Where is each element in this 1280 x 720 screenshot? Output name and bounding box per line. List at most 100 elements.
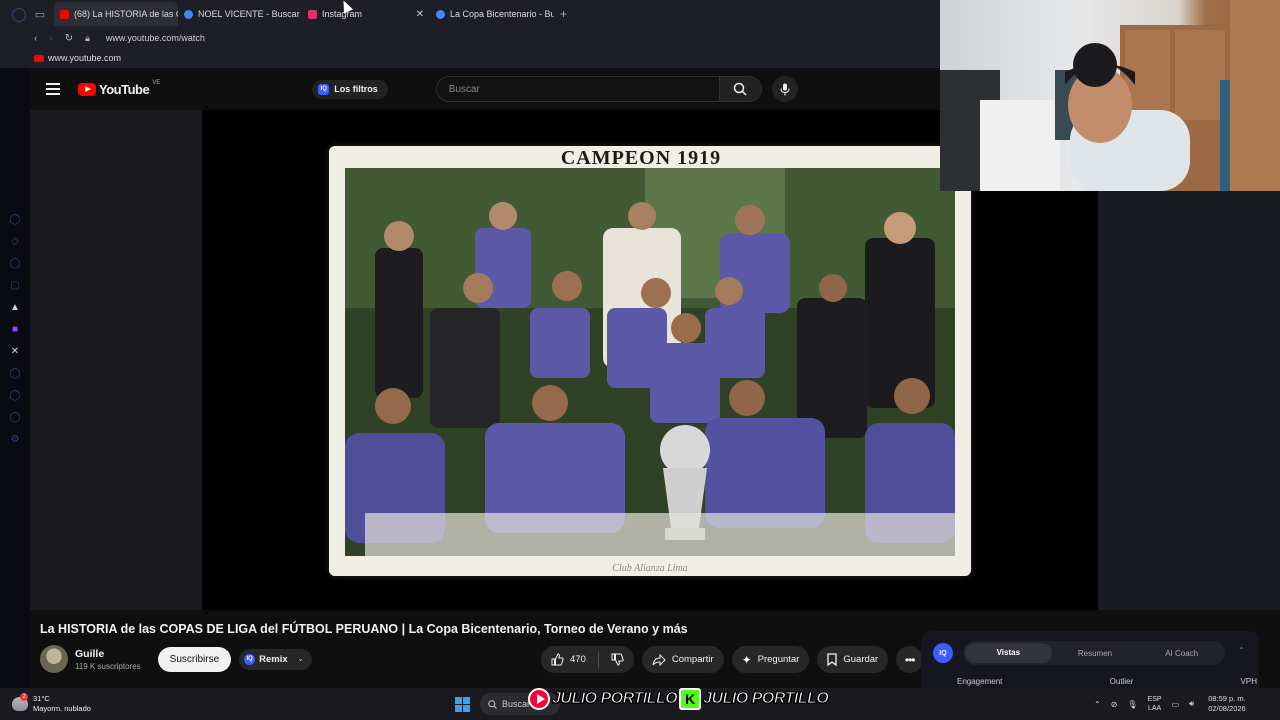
youtube-logo[interactable]: YouTube VE bbox=[78, 79, 161, 97]
save-button[interactable]: Guardar bbox=[817, 646, 889, 673]
tab-instagram[interactable]: Instagram ✕ bbox=[302, 2, 430, 26]
clock[interactable]: 08:59 p. m. 02/08/2026 bbox=[1208, 694, 1246, 714]
search-input[interactable]: Buscar bbox=[435, 76, 720, 102]
chevron-down-icon: ⌄ bbox=[297, 656, 304, 663]
share-button[interactable]: Compartir bbox=[641, 646, 724, 673]
thumbs-up-icon[interactable] bbox=[551, 653, 564, 666]
browser-menu-icon[interactable] bbox=[12, 8, 26, 22]
windows-start-icon[interactable] bbox=[455, 697, 470, 712]
weather-description: Mayorm. nublado bbox=[33, 704, 91, 713]
arc-icon[interactable]: ▲ bbox=[8, 300, 22, 314]
tab-actions-icon[interactable]: ▭ bbox=[26, 0, 54, 28]
reload-icon[interactable]: ↻ bbox=[65, 33, 73, 44]
ambient-panel-right bbox=[1098, 190, 1280, 610]
photo-signature: Club Alianza Lima bbox=[612, 563, 688, 574]
weather-text: 31°C Mayorm. nublado bbox=[33, 694, 91, 714]
screen: ▭ (68) La HISTORIA de las CO NOEL VICENT… bbox=[0, 0, 1280, 720]
youtube-favicon-icon bbox=[34, 54, 44, 62]
back-icon[interactable]: ‹ bbox=[34, 33, 37, 44]
tab-youtube[interactable]: (68) La HISTORIA de las CO bbox=[54, 2, 178, 26]
more-horizontal-icon: ••• bbox=[904, 652, 916, 667]
team-photo-image bbox=[345, 168, 955, 556]
search-icon bbox=[733, 82, 747, 96]
sidebar-app-icon[interactable]: ◯ bbox=[8, 256, 22, 270]
search-icon bbox=[488, 699, 497, 709]
tab-resumen[interactable]: Resumen bbox=[1052, 649, 1139, 658]
twitch-icon[interactable]: ■ bbox=[8, 322, 22, 336]
subscribe-button[interactable]: Suscribirse bbox=[157, 646, 232, 672]
tab-google-copa[interactable]: La Copa Bicentenario - Bus bbox=[430, 2, 554, 26]
menu-icon[interactable] bbox=[46, 83, 60, 95]
tab-vistas[interactable]: Vistas bbox=[965, 643, 1052, 663]
microphone-icon[interactable]: 🎙︎ bbox=[1127, 700, 1137, 709]
sidebar-app-icon[interactable]: ◇ bbox=[8, 234, 22, 248]
webcam-overlay bbox=[940, 0, 1280, 191]
search-button[interactable] bbox=[719, 76, 762, 102]
sidebar-app-icon[interactable]: ◯ bbox=[8, 366, 22, 380]
thumbs-down-icon[interactable] bbox=[611, 653, 624, 666]
time: 08:59 p. m. bbox=[1208, 694, 1246, 703]
kick-name: JULIO PORTILLO bbox=[703, 690, 830, 708]
country-code: VE bbox=[152, 79, 161, 86]
network-off-icon[interactable]: ⊘ bbox=[1111, 700, 1118, 709]
new-tab-icon[interactable]: + bbox=[560, 7, 567, 21]
iq-icon: IQ bbox=[318, 83, 330, 95]
sidebar-app-icon[interactable]: ◯ bbox=[8, 212, 22, 226]
sidebar-app-icon[interactable]: ▢ bbox=[8, 278, 22, 292]
divider bbox=[597, 651, 599, 668]
chevron-up-icon[interactable]: ⌃ bbox=[1238, 646, 1245, 655]
filters-button[interactable]: IQ Los filtros bbox=[312, 79, 388, 99]
kick-handle: K JULIO PORTILLO bbox=[679, 688, 830, 710]
sparkle-icon: ✦ bbox=[741, 652, 752, 667]
webcam-feed-image bbox=[940, 0, 1280, 191]
metric-outlier: Outlier bbox=[1109, 677, 1134, 686]
iq-icon: IQ bbox=[244, 653, 256, 665]
tab-ai-coach[interactable]: AI Coach bbox=[1138, 649, 1225, 658]
sidebar-app-icon[interactable]: ◯ bbox=[8, 410, 22, 424]
lock-icon: 🔒︎ bbox=[85, 32, 90, 43]
x-icon[interactable]: ✕ bbox=[8, 344, 22, 358]
video-actions: 470 Compartir ✦ Preguntar Guardar ••• bbox=[541, 646, 924, 673]
google-favicon-icon bbox=[436, 9, 445, 19]
weather-widget[interactable]: 31°C Mayorm. nublado bbox=[12, 693, 91, 714]
metric-engagement: Engagement bbox=[957, 677, 1003, 686]
filters-label: Los filtros bbox=[334, 84, 378, 94]
channel-avatar[interactable] bbox=[40, 645, 68, 673]
iq-metric-columns: Engagement Outlier VPH bbox=[957, 677, 1257, 686]
tab-label: (68) La HISTORIA de las CO bbox=[74, 9, 178, 19]
sidebar-app-icon[interactable]: ◯ bbox=[8, 388, 22, 402]
lang-top: ESP bbox=[1147, 696, 1162, 703]
bookmark-youtube[interactable]: www.youtube.com bbox=[48, 53, 121, 63]
search-placeholder: Buscar bbox=[448, 83, 480, 95]
channel-name[interactable]: Guille bbox=[75, 648, 141, 660]
language-indicator[interactable]: ESP LAA bbox=[1148, 695, 1162, 713]
video-frame-photo: CAMPEON 1919 Club Alianza Lima bbox=[329, 146, 971, 576]
temperature: 31°C bbox=[33, 694, 50, 703]
like-count: 470 bbox=[570, 654, 586, 665]
forward-icon[interactable]: › bbox=[49, 33, 52, 44]
metric-vph: VPH bbox=[1240, 677, 1257, 686]
iq-tabs: Vistas Resumen AI Coach bbox=[963, 641, 1225, 665]
more-actions-button[interactable]: ••• bbox=[896, 646, 924, 673]
settings-icon[interactable]: ⚙ bbox=[8, 432, 22, 446]
bookmarks-bar: www.youtube.com bbox=[0, 48, 940, 68]
youtube-name: JULIO PORTILLO bbox=[551, 690, 678, 708]
tab-google-noel[interactable]: NOEL VICENTE - Buscar co bbox=[178, 2, 302, 26]
remix-button[interactable]: IQ Remix ⌄ bbox=[239, 648, 312, 670]
date: 02/08/2026 bbox=[1208, 704, 1246, 713]
volume-icon[interactable]: 🔊︎ bbox=[1189, 699, 1194, 709]
lang-bottom: LAA bbox=[1147, 705, 1162, 712]
voice-search-button[interactable] bbox=[771, 76, 798, 102]
channel-row: Guille 119 K suscriptores Suscribirse IQ… bbox=[40, 645, 312, 673]
youtube-favicon-icon bbox=[60, 9, 69, 19]
subscriber-count: 119 K suscriptores bbox=[75, 661, 141, 671]
close-tab-icon[interactable]: ✕ bbox=[416, 9, 424, 20]
save-label: Guardar bbox=[843, 654, 879, 665]
streamer-name-overlay: JULIO PORTILLO K JULIO PORTILLO bbox=[528, 684, 830, 714]
ask-button[interactable]: ✦ Preguntar bbox=[731, 646, 810, 673]
chevron-up-icon[interactable]: ⌃ bbox=[1094, 700, 1101, 709]
google-favicon-icon bbox=[184, 9, 193, 19]
video-title: La HISTORIA de las COPAS DE LIGA del FÚT… bbox=[40, 622, 688, 636]
url-field[interactable]: www.youtube.com/watch bbox=[106, 33, 205, 43]
monitor-icon[interactable]: ▭ bbox=[1172, 700, 1180, 709]
